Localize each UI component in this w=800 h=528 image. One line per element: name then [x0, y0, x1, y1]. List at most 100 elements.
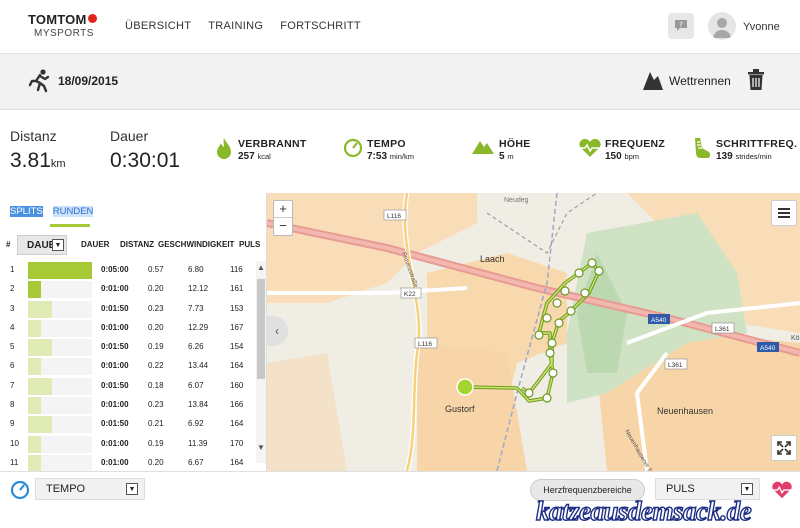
lap-bar	[28, 281, 41, 299]
lap-distance: 0.21	[148, 419, 164, 429]
lap-distance: 0.57	[148, 265, 164, 274]
lap-bar	[28, 454, 41, 472]
mountain-icon	[472, 141, 494, 154]
cadence-value: 139	[716, 151, 733, 162]
map-label-laach: Laach	[480, 254, 505, 264]
lap-distance: 0.23	[148, 400, 164, 410]
map-label-neuenhausen: Neuenhausen	[657, 406, 713, 416]
calories-value: 257	[238, 151, 255, 162]
road-shield-a540-2: A540	[760, 345, 776, 352]
lap-duration: 0:01:50	[101, 419, 129, 429]
lap-speed: 11.39	[188, 438, 208, 448]
table-row[interactable]: 9 0:01:50 0.21 6.92 164	[0, 415, 256, 434]
col-speed[interactable]: GESCHWINDIGKEIT	[158, 240, 234, 249]
lap-number: 10	[10, 438, 19, 448]
race-button[interactable]: Wettrennen	[669, 74, 731, 88]
route-map[interactable]: Laach Gustorf Neuenhausen Neudeg Kö Prov…	[267, 193, 800, 471]
table-row[interactable]: 2 0:01:00 0.20 12.12 161	[0, 280, 256, 299]
lap-speed: 13.84	[188, 400, 209, 410]
zoom-out-button[interactable]: −	[274, 218, 292, 235]
tempo-value: 7:53	[367, 151, 388, 162]
heart-pulse-icon	[579, 138, 601, 157]
race-flag-icon[interactable]	[641, 68, 665, 92]
zoom-in-button[interactable]: +	[274, 201, 292, 218]
map-canvas[interactable]: Laach Gustorf Neuenhausen Neudeg Kö Prov…	[267, 193, 800, 471]
lap-distance: 0.20	[148, 284, 164, 294]
username[interactable]: Yvonne	[743, 21, 780, 33]
user-icon	[713, 18, 731, 38]
shoe-icon	[695, 138, 711, 158]
lap-pulse: 164	[230, 457, 244, 467]
lap-pulse: 160	[230, 380, 244, 390]
tab-splits[interactable]: SPLITS	[10, 206, 43, 217]
map-label-gustorf: Gustorf	[445, 404, 475, 414]
road-shield-l361-2: L361	[668, 362, 683, 369]
speedometer-icon	[10, 480, 30, 500]
lap-duration: 0:01:00	[101, 438, 129, 448]
lap-duration: 0:01:00	[101, 457, 129, 467]
brand-dot-icon	[87, 14, 97, 23]
heartrate-value: 150	[605, 151, 622, 162]
logo[interactable]: TOMTOM MYSPORTS	[28, 12, 97, 39]
lap-distance: 0.19	[148, 438, 164, 448]
lap-pulse: 161	[230, 284, 244, 294]
col-distance[interactable]: DISTANZ	[120, 240, 154, 249]
flame-icon	[217, 138, 231, 159]
stats-summary: Distanz 3.81km Dauer 0:30:01 VERBRANNT 2…	[0, 111, 800, 193]
laps-scrollbar[interactable]: ▲ ▼	[256, 261, 266, 463]
road-shield-l116-2: L116	[418, 341, 432, 348]
lap-speed: 6.26	[188, 342, 204, 352]
road-shield-l361: L361	[715, 326, 730, 333]
tab-runden[interactable]: RUNDEN	[52, 206, 94, 217]
table-row[interactable]: 5 0:01:50 0.19 6.26 154	[0, 338, 256, 357]
left-metric-value: TEMPO	[46, 483, 86, 495]
lap-distance: 0.22	[148, 361, 164, 371]
cadence-label: SCHRITTFREQ.	[716, 138, 798, 150]
nav-item-overview[interactable]: ÜBERSICHT	[125, 20, 191, 32]
lap-pulse: 116	[230, 265, 243, 274]
map-label-ko: Kö	[791, 335, 800, 342]
lap-speed: 6.67	[188, 457, 204, 467]
tempo-label: TEMPO	[367, 138, 406, 150]
sort-select[interactable]: DAUE ▼	[17, 235, 67, 255]
col-pulse[interactable]: PULS	[239, 240, 260, 249]
lap-bar	[28, 319, 41, 337]
table-row[interactable]: 8 0:01:00 0.23 13.84 166	[0, 396, 256, 415]
map-zoom-control: + −	[273, 200, 293, 236]
lap-bar	[28, 416, 52, 434]
lap-pulse: 154	[230, 342, 244, 352]
road-shield-a540: A540	[651, 317, 667, 324]
scroll-down-icon[interactable]: ▼	[257, 443, 265, 452]
table-row[interactable]: 7 0:01:50 0.18 6.07 160	[0, 377, 256, 396]
table-row[interactable]: 3 0:01:50 0.23 7.73 153	[0, 300, 256, 319]
lap-number: 4	[10, 322, 15, 332]
fullscreen-button[interactable]	[771, 435, 797, 461]
left-metric-select[interactable]: TEMPO ▼	[35, 478, 145, 500]
activity-bar: 18/09/2015 Wettrennen	[0, 54, 800, 110]
road-shield-k22: K22	[404, 291, 416, 298]
table-row[interactable]: 10 0:01:00 0.19 11.39 170	[0, 435, 256, 454]
lap-number: 6	[10, 361, 15, 371]
table-row[interactable]: 1 0:05:00 0.57 6.80 116	[0, 261, 256, 280]
col-duration[interactable]: DAUER	[81, 240, 109, 249]
lap-distance: 0.20	[148, 457, 164, 467]
main-nav: ÜBERSICHT TRAINING FORTSCHRITT	[125, 20, 361, 32]
lap-duration: 0:01:00	[101, 322, 129, 332]
heart-pulse-icon	[772, 481, 792, 499]
map-label-neudeg: Neudeg	[504, 197, 529, 204]
elevation-unit: m	[507, 152, 514, 161]
laps-table-header: # DAUE ▼ DAUER DISTANZ GESCHWINDIGKEIT P…	[0, 235, 267, 255]
nav-item-training[interactable]: TRAINING	[208, 20, 263, 32]
table-row[interactable]: 4 0:01:00 0.20 12.29 167	[0, 319, 256, 338]
nav-item-progress[interactable]: FORTSCHRITT	[280, 20, 361, 32]
trash-icon[interactable]	[747, 69, 765, 91]
table-row[interactable]: 6 0:01:00 0.22 13.44 164	[0, 357, 256, 376]
lap-pulse: 167	[230, 322, 244, 332]
feedback-button[interactable]: ?	[668, 13, 694, 39]
scrollbar-thumb[interactable]	[257, 279, 265, 379]
map-menu-button[interactable]	[771, 200, 797, 226]
scroll-up-icon[interactable]: ▲	[257, 263, 265, 272]
duration-value: 0:30:01	[110, 149, 181, 172]
lap-pulse: 164	[230, 419, 244, 429]
avatar[interactable]	[708, 12, 736, 40]
